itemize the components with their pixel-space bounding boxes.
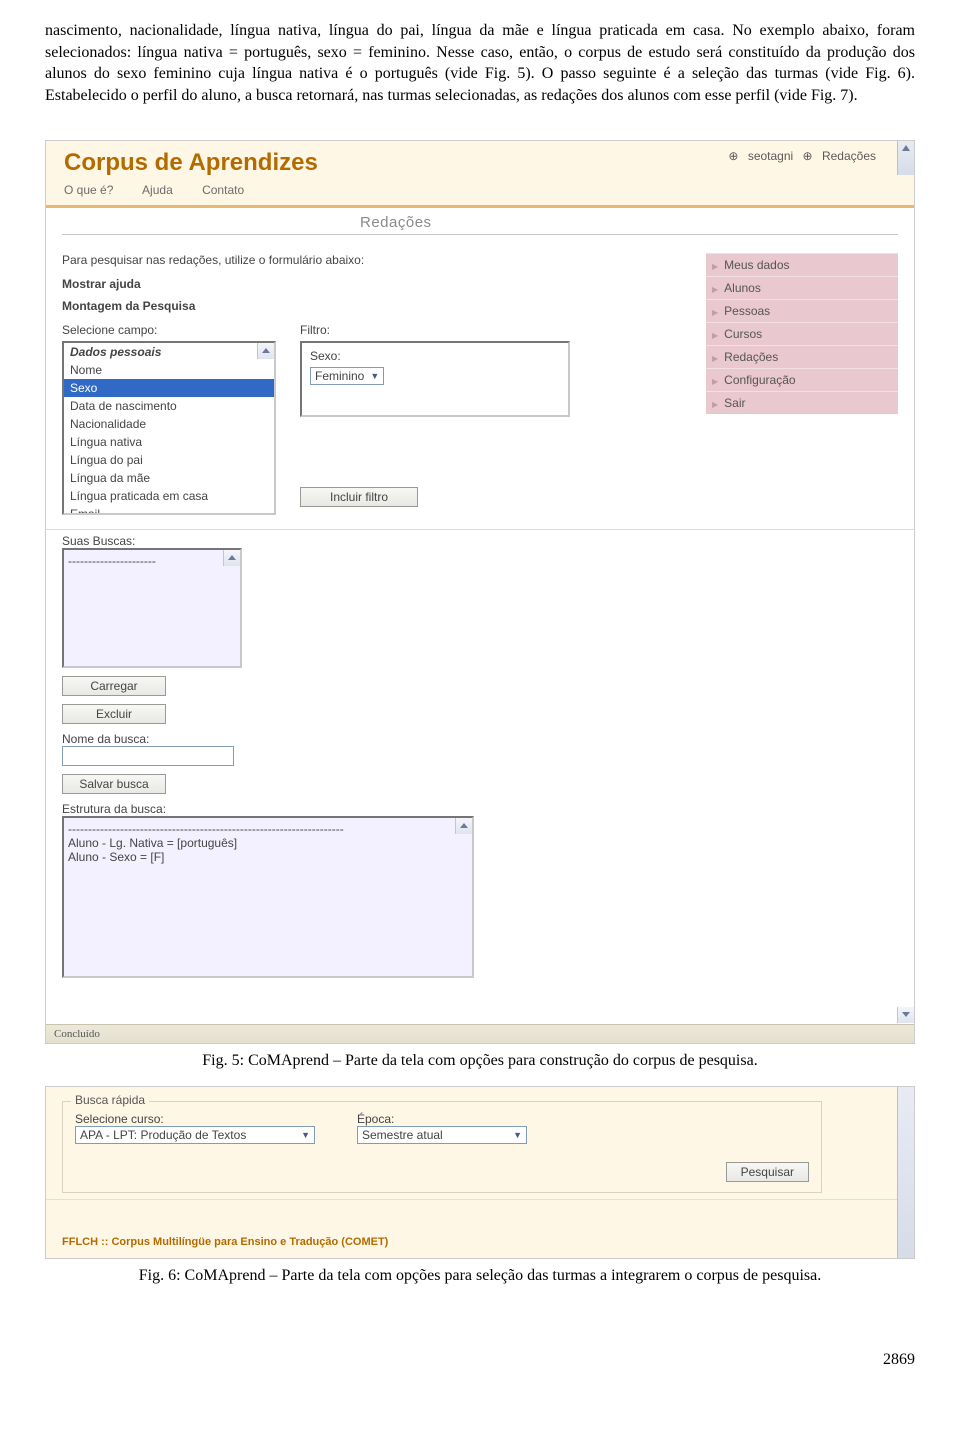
app-logo: Corpus de Aprendizes [64, 149, 318, 177]
nomebusca-label: Nome da busca: [62, 732, 898, 746]
listbox-item-lingua-mae[interactable]: Língua da mãe [64, 469, 274, 487]
intro-text: Para pesquisar nas redações, utilize o f… [62, 253, 682, 267]
side-alunos[interactable]: Alunos [706, 276, 898, 299]
listbox-item-lingua-casa[interactable]: Língua praticada em casa [64, 487, 274, 505]
footer-text: FFLCH :: Corpus Multilíngüe para Ensino … [46, 1230, 914, 1258]
side-meusdados[interactable]: Meus dados [706, 253, 898, 276]
sexo-label: Sexo: [310, 349, 560, 363]
user-link[interactable]: seotagni [748, 149, 793, 163]
side-redacoes[interactable]: Redações [706, 345, 898, 368]
show-help-link[interactable]: Mostrar ajuda [62, 277, 682, 291]
textarea-scroll-up-icon[interactable] [223, 550, 240, 566]
top-links: ⊕ seotagni ⊕ Redações [722, 149, 876, 163]
epoca-value: Semestre atual [362, 1128, 443, 1142]
listbox-item-sexo[interactable]: Sexo [64, 379, 274, 397]
field-listbox[interactable]: Dados pessoais Nome Sexo Data de nascime… [62, 341, 276, 515]
nav-oque[interactable]: O que é? [64, 183, 113, 197]
montagem-label: Montagem da Pesquisa [62, 299, 682, 313]
listbox-item-nome[interactable]: Nome [64, 361, 274, 379]
scrollbar-icon[interactable] [897, 1087, 914, 1258]
curso-select[interactable]: APA - LPT: Produção de Textos ▼ [75, 1126, 315, 1144]
scrollbar-down-icon[interactable] [897, 1007, 914, 1023]
caption-fig5: Fig. 5: CoMAprend – Parte da tela com op… [0, 1052, 960, 1070]
epoca-select[interactable]: Semestre atual ▼ [357, 1126, 527, 1144]
chevron-down-icon: ▼ [301, 1130, 310, 1140]
epoca-label: Época: [357, 1112, 527, 1126]
page-title: Redações [62, 208, 898, 235]
dashes: ---------------------- [68, 554, 156, 568]
nav-contato[interactable]: Contato [202, 183, 244, 197]
salvar-button[interactable]: Salvar busca [62, 774, 166, 794]
selcampo-label: Selecione campo: [62, 323, 276, 337]
carregar-button[interactable]: Carregar [62, 676, 166, 696]
listbox-item-nacionalidade[interactable]: Nacionalidade [64, 415, 274, 433]
eb-line2: Aluno - Lg. Nativa = [português] [68, 836, 468, 850]
chevron-down-icon: ▼ [370, 371, 379, 381]
listbox-item-lingua-nativa[interactable]: Língua nativa [64, 433, 274, 451]
excluir-button[interactable]: Excluir [62, 704, 166, 724]
side-pessoas[interactable]: Pessoas [706, 299, 898, 322]
textarea2-scroll-up-icon[interactable] [455, 818, 472, 834]
suasbuscas-textarea[interactable]: ---------------------- [62, 548, 242, 668]
statusbar: Concluído [46, 1024, 914, 1043]
redacoes-icon: ⊕ [803, 149, 813, 163]
chevron-down-icon: ▼ [513, 1130, 522, 1140]
caption-fig6: Fig. 6: CoMAprend – Parte da tela com op… [0, 1267, 960, 1285]
listbox-header: Dados pessoais [64, 343, 274, 361]
selcurso-label: Selecione curso: [75, 1112, 315, 1126]
side-config[interactable]: Configuração [706, 368, 898, 391]
eb-line1: ----------------------------------------… [68, 822, 468, 836]
suasbuscas-label: Suas Buscas: [62, 534, 898, 548]
fieldset-legend: Busca rápida [71, 1093, 149, 1107]
estrutura-label: Estrutura da busca: [62, 802, 898, 816]
user-icon: ⊕ [728, 149, 738, 163]
listbox-item-data[interactable]: Data de nascimento [64, 397, 274, 415]
filtro-label: Filtro: [300, 323, 570, 337]
redacoes-link[interactable]: Redações [822, 149, 876, 163]
curso-value: APA - LPT: Produção de Textos [80, 1128, 246, 1142]
estrutura-textarea[interactable]: ----------------------------------------… [62, 816, 474, 978]
paragraph: nascimento, nacionalidade, língua nativa… [45, 20, 915, 106]
screenshot-fig5: Corpus de Aprendizes ⊕ seotagni ⊕ Redaçõ… [45, 140, 915, 1044]
page-number: 2869 [45, 1351, 915, 1369]
listbox-scroll-up-icon[interactable] [257, 343, 274, 359]
listbox-item-lingua-pai[interactable]: Língua do pai [64, 451, 274, 469]
screenshot-fig6: Busca rápida Selecione curso: APA - LPT:… [45, 1086, 915, 1259]
side-cursos[interactable]: Cursos [706, 322, 898, 345]
eb-line3: Aluno - Sexo = [F] [68, 850, 468, 864]
sexo-value: Feminino [315, 369, 364, 383]
incluir-filtro-button[interactable]: Incluir filtro [300, 487, 418, 507]
listbox-item-email[interactable]: Email [64, 505, 274, 515]
side-sair[interactable]: Sair [706, 391, 898, 414]
scrollbar-up-icon[interactable] [897, 141, 914, 175]
nomebusca-input[interactable] [62, 746, 234, 766]
pesquisar-button[interactable]: Pesquisar [726, 1162, 809, 1182]
sexo-select[interactable]: Feminino ▼ [310, 367, 384, 385]
nav-ajuda[interactable]: Ajuda [142, 183, 173, 197]
